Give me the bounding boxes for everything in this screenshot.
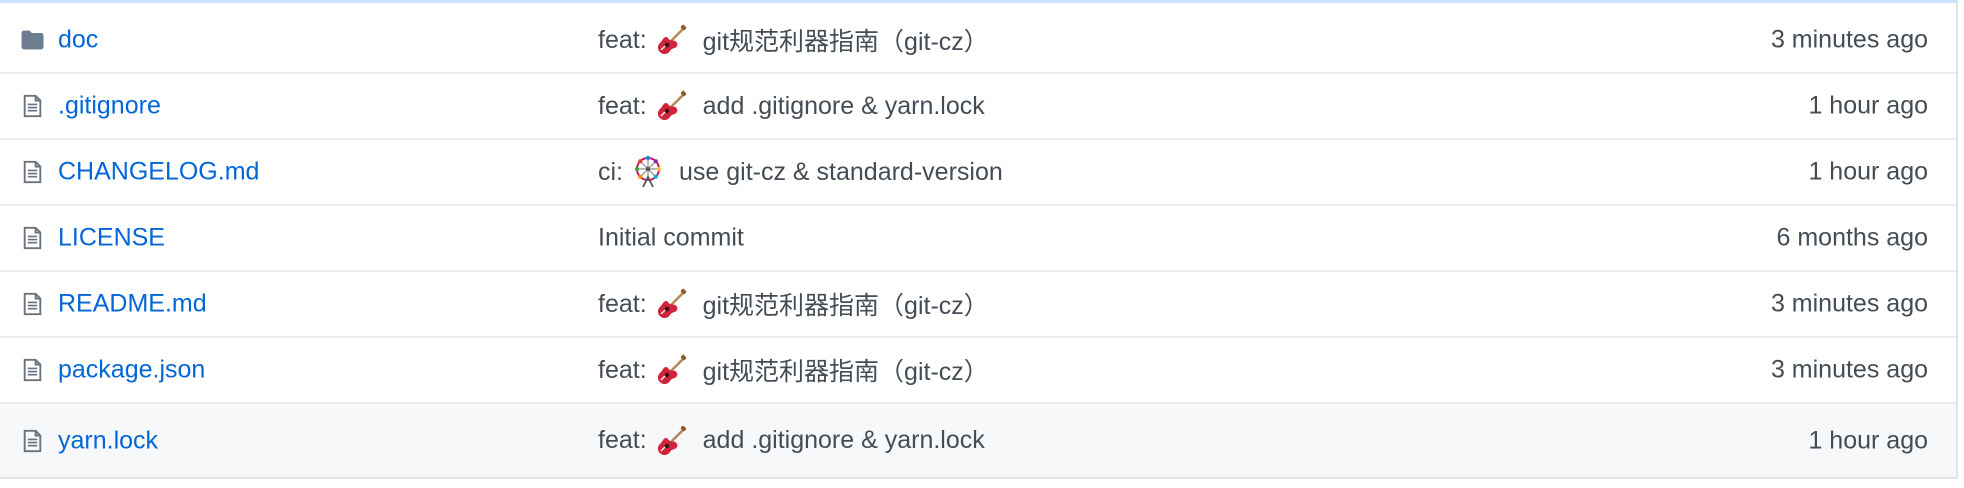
file-icon [20, 226, 45, 251]
file-icon [20, 428, 45, 453]
file-name-link[interactable]: .gitignore [58, 92, 161, 121]
commit-subject: git规范利器指南（git-cz） [702, 28, 989, 56]
commit-message-link[interactable]: Initial commit [598, 224, 744, 253]
file-name-link[interactable]: CHANGELOG.md [58, 158, 259, 187]
commit-age: 6 months ago [1776, 223, 1929, 252]
file-row-readme[interactable]: README.md feat: git规范利器指南（git-cz） 3 minu… [0, 272, 1956, 338]
commit-age: 3 minutes ago [1770, 25, 1928, 54]
guitar-emoji-icon [655, 89, 689, 123]
file-icon [20, 160, 45, 185]
commit-age: 1 hour ago [1808, 91, 1928, 120]
commit-age: 1 hour ago [1808, 426, 1928, 454]
commit-message-link[interactable]: feat: git规范利器指南（git-cz） [598, 286, 989, 322]
file-name-link[interactable]: package.json [58, 356, 205, 385]
commit-prefix: feat: [598, 355, 647, 384]
folder-icon [20, 28, 45, 53]
guitar-emoji-icon [655, 353, 689, 387]
file-row-yarn-lock[interactable]: yarn.lock feat: add .gitignore & yarn.lo… [0, 404, 1956, 477]
file-list: doc feat: git规范利器指南（git-cz） 3 minutes ag… [0, 0, 1958, 479]
file-row-package-json[interactable]: package.json feat: git规范利器指南（git-cz） 3 m… [0, 338, 1956, 404]
commit-age: 3 minutes ago [1770, 355, 1928, 384]
commit-message-link[interactable]: feat: add .gitignore & yarn.lock [598, 89, 985, 123]
guitar-emoji-icon [655, 424, 689, 458]
file-name-link[interactable]: yarn.lock [58, 426, 158, 455]
commit-subject: add .gitignore & yarn.lock [702, 426, 985, 454]
file-icon [20, 358, 45, 383]
guitar-emoji-icon [655, 23, 689, 57]
commit-subject: use git-cz & standard-version [679, 157, 1003, 186]
commit-age: 3 minutes ago [1770, 289, 1928, 318]
commit-prefix: ci: [598, 157, 623, 186]
file-name-link[interactable]: LICENSE [58, 224, 165, 253]
commit-subject: add .gitignore & yarn.lock [702, 91, 985, 120]
commit-prefix: feat: [598, 25, 647, 54]
commit-message-link[interactable]: feat: git规范利器指南（git-cz） [598, 352, 989, 388]
file-row-changelog[interactable]: CHANGELOG.md ci: use git-cz & standard-v… [0, 140, 1956, 206]
ferris-wheel-emoji-icon [631, 155, 665, 189]
file-row-gitignore[interactable]: .gitignore feat: add .gitignore & yarn.l… [0, 74, 1956, 140]
commit-message-link[interactable]: ci: use git-cz & standard-version [598, 155, 1003, 189]
guitar-emoji-icon [655, 287, 689, 321]
commit-message-link[interactable]: feat: git规范利器指南（git-cz） [598, 22, 989, 58]
file-row-license[interactable]: LICENSE Initial commit 6 months ago [0, 206, 1956, 272]
commit-message-link[interactable]: feat: add .gitignore & yarn.lock [598, 424, 985, 458]
file-icon [20, 94, 45, 119]
file-row-doc[interactable]: doc feat: git规范利器指南（git-cz） 3 minutes ag… [0, 8, 1956, 74]
commit-age: 1 hour ago [1808, 157, 1928, 186]
file-icon [20, 292, 45, 317]
commit-subject: Initial commit [598, 223, 744, 252]
file-name-link[interactable]: README.md [58, 290, 207, 319]
file-name-link[interactable]: doc [58, 26, 98, 55]
commit-prefix: feat: [598, 289, 647, 318]
commit-prefix: feat: [598, 426, 647, 454]
commit-subject: git规范利器指南（git-cz） [702, 292, 989, 320]
commit-prefix: feat: [598, 91, 647, 120]
commit-subject: git规范利器指南（git-cz） [702, 358, 989, 386]
